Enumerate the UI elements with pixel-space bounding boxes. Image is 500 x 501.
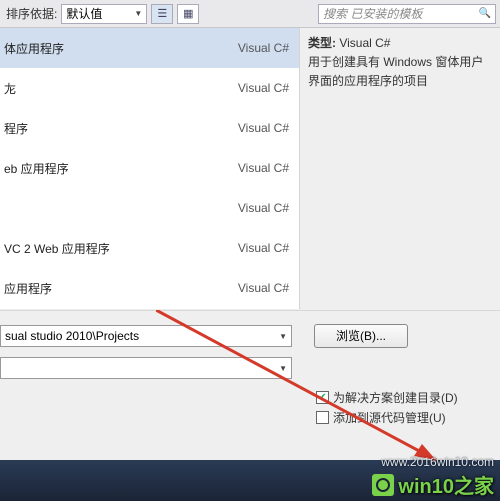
type-label: 类型: — [308, 36, 336, 50]
options: ✔ 为解决方案创建目录(D) 添加到源代码管理(U) — [316, 387, 492, 427]
template-row[interactable]: VC 2 Web 应用程序 Visual C# — [0, 228, 299, 268]
template-name: 㔫 — [4, 80, 16, 97]
template-name: 体应用程序 — [4, 40, 64, 57]
search-placeholder: 搜索 已安装的模板 — [323, 5, 422, 22]
bottom-panel: sual studio 2010\Projects ▼ 浏览(B)... ▼ ✔… — [0, 310, 500, 460]
watermark-url: www.2016win10.com — [381, 455, 494, 469]
template-row[interactable]: 㔫 Visual C# — [0, 68, 299, 108]
type-desc: 用于创建具有 Windows 窗体用户界面的应用程序的项目 — [308, 53, 492, 91]
template-name: 应用程序 — [4, 280, 52, 297]
solution-name-input[interactable]: ▼ — [0, 357, 292, 379]
template-row[interactable]: Visual C# — [0, 188, 299, 228]
view-tiles-button[interactable]: ▦ — [177, 4, 199, 24]
search-input[interactable]: 搜索 已安装的模板 🔍 — [318, 4, 496, 24]
check-label: 添加到源代码管理(U) — [333, 409, 446, 426]
template-detail: 类型: Visual C# 用于创建具有 Windows 窗体用户界面的应用程序… — [300, 28, 500, 309]
watermark-icon — [372, 474, 394, 496]
checkbox-icon: ✔ — [316, 391, 329, 404]
chevron-down-icon: ▼ — [134, 9, 142, 18]
search-icon: 🔍 — [479, 8, 491, 19]
template-row[interactable]: eb 应用程序 Visual C# — [0, 148, 299, 188]
template-row[interactable]: 程序 Visual C# — [0, 108, 299, 148]
view-list-button[interactable]: ☰ — [151, 4, 173, 24]
create-directory-checkbox[interactable]: ✔ 为解决方案创建目录(D) — [316, 387, 492, 407]
add-source-control-checkbox[interactable]: 添加到源代码管理(U) — [316, 407, 492, 427]
sort-dropdown[interactable]: 默认值 ▼ — [61, 4, 147, 24]
template-lang: Visual C# — [238, 241, 289, 255]
template-lang: Visual C# — [238, 121, 289, 135]
template-name: VC 2 Web 应用程序 — [4, 240, 110, 257]
location-input[interactable]: sual studio 2010\Projects ▼ — [0, 325, 292, 347]
type-value: Visual C# — [339, 36, 390, 50]
chevron-down-icon: ▼ — [279, 332, 287, 341]
chevron-down-icon: ▼ — [279, 364, 287, 373]
main-area: 体应用程序 Visual C# 㔫 Visual C# 程序 Visual C#… — [0, 28, 500, 309]
template-lang: Visual C# — [238, 281, 289, 295]
toolbar: 排序依据: 默认值 ▼ ☰ ▦ 搜索 已安装的模板 🔍 — [0, 0, 500, 28]
template-row[interactable]: 体应用程序 Visual C# — [0, 28, 299, 68]
template-row[interactable]: 应用程序 Visual C# — [0, 268, 299, 308]
location-value: sual studio 2010\Projects — [5, 329, 139, 343]
watermark: win10之家 — [372, 470, 494, 499]
browse-button[interactable]: 浏览(B)... — [314, 324, 408, 348]
template-lang: Visual C# — [238, 201, 289, 215]
template-lang: Visual C# — [238, 161, 289, 175]
template-name: 程序 — [4, 120, 28, 137]
template-lang: Visual C# — [238, 81, 289, 95]
template-lang: Visual C# — [238, 41, 289, 55]
checkbox-icon — [316, 411, 329, 424]
template-list[interactable]: 体应用程序 Visual C# 㔫 Visual C# 程序 Visual C#… — [0, 28, 300, 309]
sort-value: 默认值 — [66, 5, 102, 22]
check-label: 为解决方案创建目录(D) — [333, 389, 458, 406]
sort-label: 排序依据: — [4, 5, 57, 22]
template-row[interactable]: 毝库 Visual C# — [0, 308, 299, 309]
template-name: eb 应用程序 — [4, 160, 69, 177]
watermark-brand: win10之家 — [398, 470, 494, 499]
